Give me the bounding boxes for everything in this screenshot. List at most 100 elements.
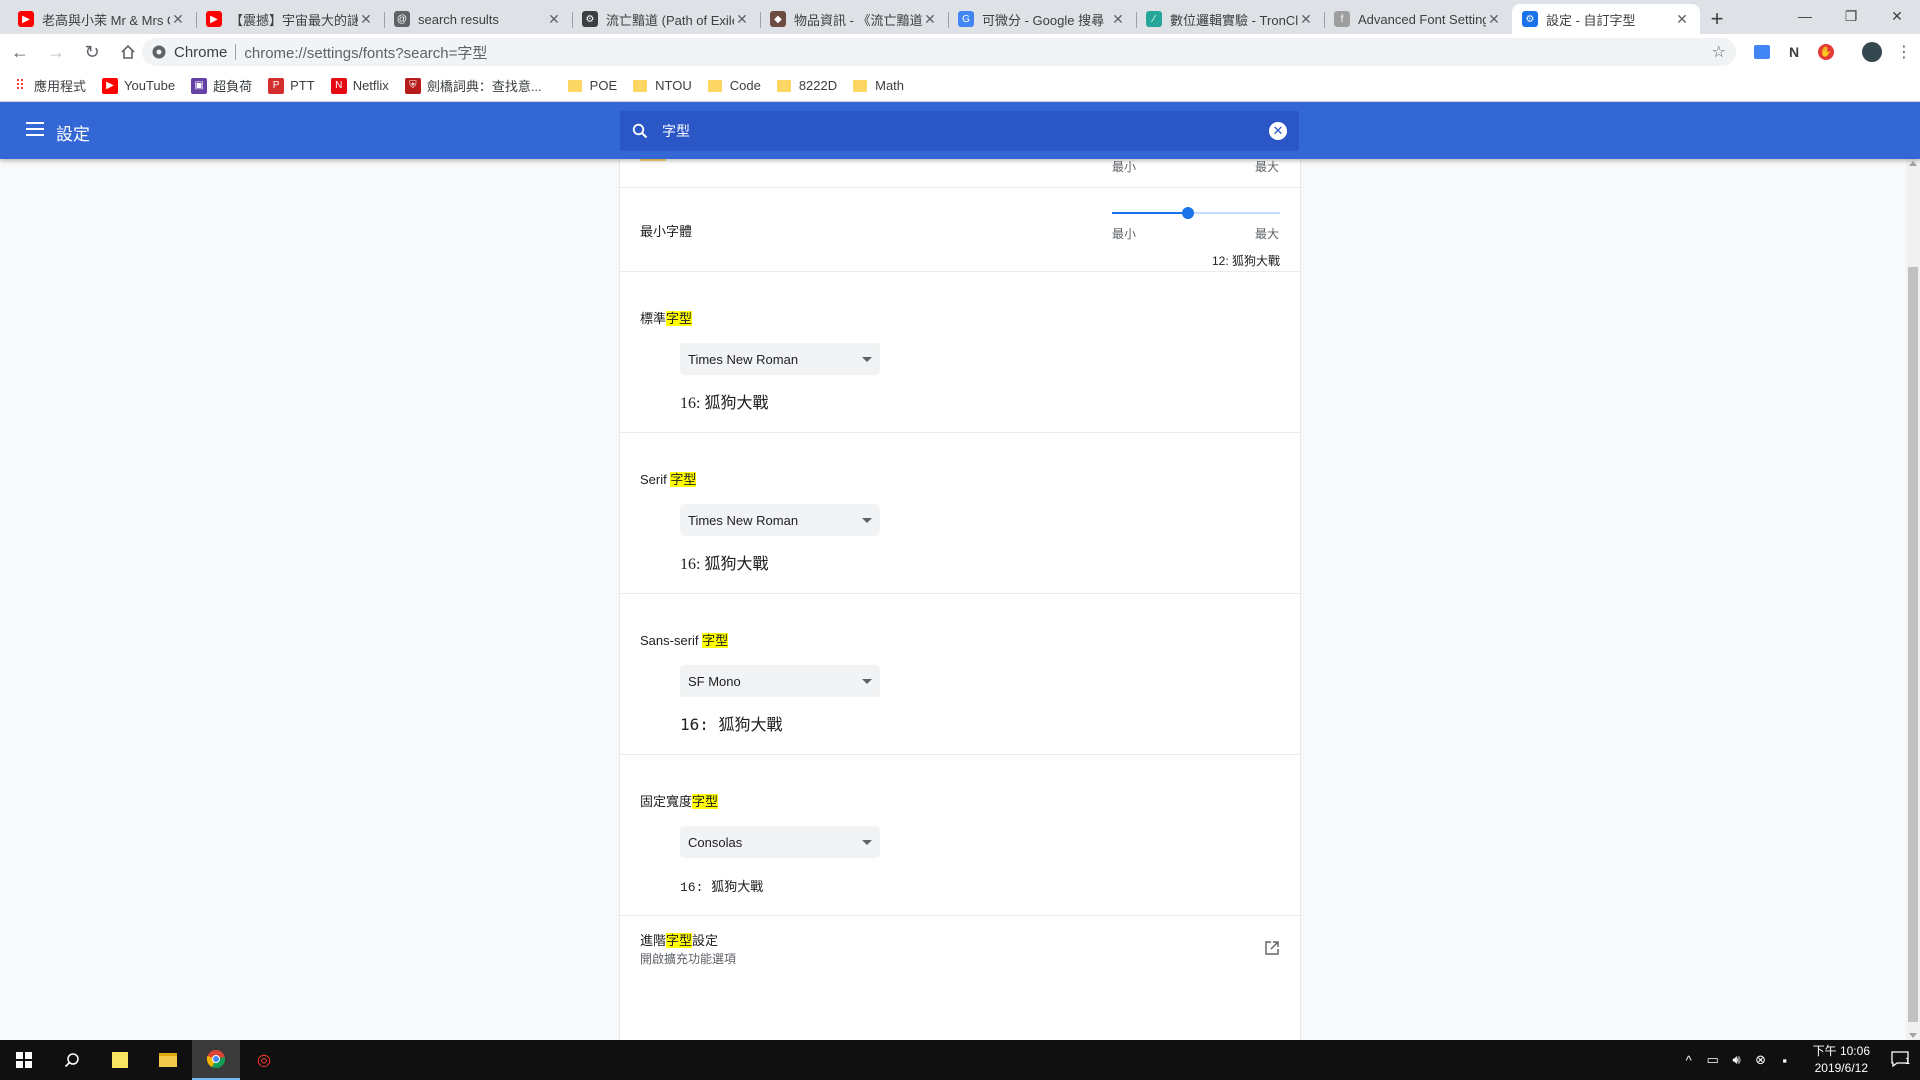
sticky-notes-icon[interactable] bbox=[96, 1040, 144, 1080]
font-size-highlight-remnant bbox=[640, 159, 666, 161]
chrome-taskbar-icon[interactable] bbox=[192, 1040, 240, 1080]
chrome-menu-icon[interactable]: ⋮ bbox=[1888, 36, 1920, 68]
minimum-font-slider-fill bbox=[1112, 212, 1188, 214]
browser-tab[interactable]: ⚙ 設定 - 自訂字型 ✕ bbox=[1512, 4, 1700, 34]
garena-taskbar-icon[interactable]: ◎ bbox=[240, 1040, 288, 1080]
tab-close-icon[interactable]: ✕ bbox=[546, 11, 562, 28]
tab-close-icon[interactable]: ✕ bbox=[922, 11, 938, 28]
folder-icon bbox=[633, 79, 648, 92]
bookmark-folder[interactable]: 8222D bbox=[776, 78, 837, 93]
bookmark-item[interactable]: N Netflix bbox=[330, 77, 389, 94]
show-hidden-icons-icon[interactable]: ^ bbox=[1677, 1053, 1701, 1068]
sans-serif-font-selected: SF Mono bbox=[688, 673, 741, 689]
address-bar[interactable]: Chrome chrome://settings/fonts?search=字型… bbox=[142, 38, 1736, 66]
tab-close-icon[interactable]: ✕ bbox=[358, 11, 374, 28]
advanced-font-settings-row[interactable]: 進階字型設定 開啟擴充功能選項 bbox=[620, 915, 1300, 979]
tab-favicon-icon: G bbox=[958, 11, 974, 27]
home-icon[interactable] bbox=[112, 36, 144, 68]
search-icon[interactable] bbox=[48, 1040, 96, 1080]
tab-close-icon[interactable]: ✕ bbox=[1486, 11, 1502, 28]
tab-close-icon[interactable]: ✕ bbox=[1298, 11, 1314, 28]
scroll-up-arrow-icon[interactable] bbox=[1909, 161, 1917, 166]
browser-tab[interactable]: @ search results ✕ bbox=[384, 4, 572, 34]
serif-font-preview: 16: 狐狗大戰 bbox=[680, 556, 769, 573]
browser-tab[interactable]: G 可微分 - Google 搜尋 ✕ bbox=[948, 4, 1136, 34]
browser-tab[interactable]: ⚙ 流亡黯道 (Path of Exile) ✕ bbox=[572, 4, 760, 34]
serif-font-label-text: Serif bbox=[640, 472, 671, 487]
bookmark-label: POE bbox=[589, 78, 618, 93]
minimum-font-slider-knob[interactable] bbox=[1181, 207, 1194, 219]
file-explorer-icon[interactable] bbox=[144, 1040, 192, 1080]
tab-close-icon[interactable]: ✕ bbox=[1110, 11, 1126, 28]
settings-search-field[interactable]: 字型 ✕ bbox=[620, 111, 1299, 151]
tab-close-icon[interactable]: ✕ bbox=[734, 11, 750, 28]
browser-tab[interactable]: ∕ 數位邏輯實驗 - TronClass✕ bbox=[1136, 4, 1324, 34]
close-window-button[interactable]: ✕ bbox=[1874, 0, 1920, 32]
tab-title: 老高與小茉 Mr & Mrs Gao bbox=[42, 12, 170, 28]
notion-extension-icon[interactable]: N bbox=[1778, 36, 1810, 68]
bookmark-folder[interactable]: Math bbox=[853, 78, 904, 93]
reload-icon[interactable]: ↻ bbox=[76, 36, 108, 68]
maximize-button[interactable]: ❐ bbox=[1828, 0, 1874, 32]
bookmark-star-icon[interactable]: ☆ bbox=[1712, 42, 1726, 62]
new-tab-button[interactable]: + bbox=[1700, 4, 1734, 34]
minimum-font-label: 最小字體 bbox=[640, 224, 693, 239]
serif-font-label: Serif 字型 bbox=[640, 469, 697, 488]
settings-header: 設定 字型 ✕ bbox=[0, 102, 1920, 159]
bookmark-label: YouTube bbox=[124, 78, 176, 93]
open-external-icon[interactable] bbox=[1264, 940, 1280, 956]
extensions-area: N ✋ ⋮ bbox=[1746, 34, 1920, 70]
browser-tab[interactable]: ▶ 【震撼】宇宙最大的謎 ✕ bbox=[196, 4, 384, 34]
chrome-chip-label: Chrome bbox=[174, 43, 228, 61]
bookmark-folder[interactable]: POE bbox=[567, 78, 618, 93]
clear-search-icon[interactable]: ✕ bbox=[1269, 122, 1287, 140]
bookmark-item[interactable]: ⛨ 劍橋詞典：查找意... bbox=[404, 76, 542, 95]
fixed-width-font-label: 固定寬度字型 bbox=[640, 791, 719, 810]
antivirus-icon[interactable]: ⊗ bbox=[1749, 1052, 1773, 1068]
scrollbar-thumb[interactable] bbox=[1908, 267, 1918, 1022]
font-size-max-label: 最大 bbox=[1255, 160, 1280, 174]
network-icon[interactable]: ▭ bbox=[1701, 1052, 1725, 1068]
bookmark-folder[interactable]: NTOU bbox=[633, 78, 692, 93]
bookmark-item[interactable]: ▣ 超負荷 bbox=[191, 76, 252, 95]
volume-icon[interactable]: 🔊︎ bbox=[1725, 1052, 1749, 1068]
search-input[interactable]: 字型 bbox=[662, 121, 690, 141]
browser-tab[interactable]: ▶ 老高與小茉 Mr & Mrs Gao✕ bbox=[8, 4, 196, 34]
forward-arrow-icon[interactable]: → bbox=[40, 36, 72, 68]
translate-extension-icon[interactable] bbox=[1746, 36, 1778, 68]
bookmark-item[interactable]: ⠿ 應用程式 bbox=[12, 76, 86, 95]
profile-avatar[interactable] bbox=[1856, 36, 1888, 68]
tab-favicon-icon: ⚙ bbox=[1522, 11, 1538, 27]
browser-tab[interactable]: ◆ 物品資訊 - 《流亡黯道 ✕ bbox=[760, 4, 948, 34]
url-text[interactable]: chrome://settings/fonts?search=字型 bbox=[244, 42, 487, 63]
page-scrollbar[interactable] bbox=[1906, 159, 1920, 1040]
action-center-icon[interactable]: 1 bbox=[1880, 1050, 1920, 1070]
fixed-width-font-select[interactable]: Consolas bbox=[680, 826, 880, 858]
chrome-security-chip[interactable]: Chrome bbox=[152, 44, 227, 61]
tab-close-icon[interactable]: ✕ bbox=[170, 11, 186, 28]
sans-serif-font-select[interactable]: SF Mono bbox=[680, 665, 880, 697]
search-icon bbox=[632, 123, 648, 139]
tab-favicon-icon: ▶ bbox=[206, 11, 222, 27]
back-arrow-icon[interactable]: ← bbox=[4, 36, 36, 68]
search-highlight: 字型 bbox=[670, 472, 697, 487]
font-size-min-label: 最小 bbox=[1112, 160, 1137, 174]
serif-font-select[interactable]: Times New Roman bbox=[680, 504, 880, 536]
bookmark-item[interactable]: ▶ YouTube bbox=[102, 77, 176, 94]
chrome-logo-icon bbox=[152, 45, 166, 59]
bookmark-item[interactable]: P PTT bbox=[268, 77, 315, 94]
adblock-extension-icon[interactable]: ✋ bbox=[1810, 36, 1842, 68]
browser-tab[interactable]: f Advanced Font Settings ✕ bbox=[1324, 4, 1512, 34]
tab-favicon-icon: ∕ bbox=[1146, 11, 1162, 27]
folder-icon bbox=[776, 79, 791, 92]
scroll-down-arrow-icon[interactable] bbox=[1909, 1033, 1917, 1038]
start-windows-icon[interactable] bbox=[0, 1040, 48, 1080]
standard-font-select[interactable]: Times New Roman bbox=[680, 343, 880, 375]
minimize-button[interactable]: — bbox=[1782, 0, 1828, 32]
input-method-icon[interactable]: ▪ bbox=[1773, 1053, 1797, 1068]
tab-close-icon[interactable]: ✕ bbox=[1674, 11, 1690, 28]
bookmarks-bar: ⠿ 應用程式 ▶ YouTube ▣ 超負荷 P PTT N Netflix ⛨ 劍橋詞典：查找意..… bbox=[0, 70, 1920, 102]
hamburger-menu-icon[interactable] bbox=[26, 122, 44, 136]
taskbar-clock[interactable]: 下午 10:06 2019/6/12 bbox=[1813, 1043, 1870, 1077]
bookmark-folder[interactable]: Code bbox=[707, 78, 761, 93]
